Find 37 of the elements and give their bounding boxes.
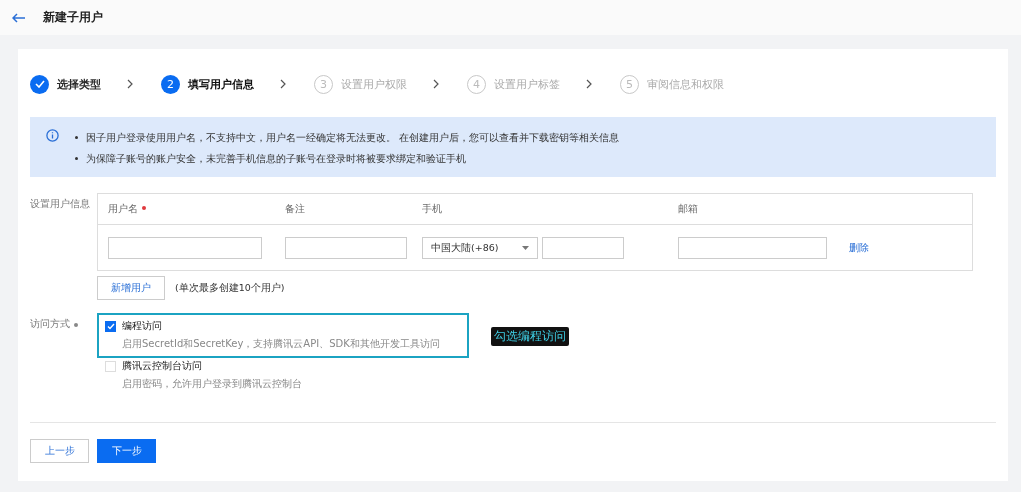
chevron-right-icon <box>127 79 133 89</box>
option-description: 启用密码，允许用户登录到腾讯云控制台 <box>122 377 303 391</box>
info-icon <box>46 129 59 142</box>
username-field[interactable] <box>108 237 262 259</box>
option-title: 腾讯云控制台访问 <box>122 360 202 373</box>
option-title: 编程访问 <box>122 320 162 333</box>
add-user-hint: (单次最多创建10个用户) <box>175 281 285 295</box>
bullet-icon <box>75 156 78 160</box>
step-number: 2 <box>161 74 180 94</box>
next-button[interactable]: 下一步 <box>97 439 156 463</box>
bullet-icon <box>75 135 78 139</box>
field-label: 设置用户信息 <box>30 197 91 211</box>
caret-icon <box>522 246 529 250</box>
notice-text: 因子用户登录使用用户名，不支持中文，用户名一经确定将无法更改。 在创建用户后，您可以查看并下载密钥等相关信息 <box>86 131 620 145</box>
notice-text: 为保障子账号的账户安全，未完善手机信息的子账号在登录时将被要求绑定和验证手机 <box>86 152 466 166</box>
chevron-right-icon <box>280 79 286 89</box>
back-arrow-icon[interactable] <box>12 12 25 23</box>
add-user-button[interactable]: 新增用户 <box>97 276 165 300</box>
option-description: 启用SecretId和SecretKey，支持腾讯云API、SDK和其他开发工具访问 <box>122 337 441 351</box>
column-header: 邮箱 <box>678 202 698 214</box>
column-header: 手机 <box>422 202 442 214</box>
step-label[interactable]: 选择类型 <box>57 76 101 92</box>
delete-link[interactable]: 删除 <box>849 241 869 255</box>
phone-field[interactable] <box>542 237 624 259</box>
column-header: 用户名 <box>108 202 138 214</box>
annotation-label: 勾选编程访问 <box>491 327 569 346</box>
chevron-right-icon <box>433 79 439 89</box>
remark-field[interactable] <box>285 237 407 259</box>
checkbox[interactable] <box>105 321 116 332</box>
field-label: 访问方式 <box>30 317 70 331</box>
email-field[interactable] <box>678 237 827 259</box>
column-header: 备注 <box>285 202 305 214</box>
step-label[interactable]: 填写用户信息 <box>188 76 254 92</box>
chevron-right-icon <box>586 79 592 89</box>
region-dropdown[interactable]: 中国大陆(+86) <box>422 237 538 259</box>
previous-button[interactable]: 上一步 <box>30 439 89 463</box>
page-title: 新建子用户 <box>43 9 103 26</box>
